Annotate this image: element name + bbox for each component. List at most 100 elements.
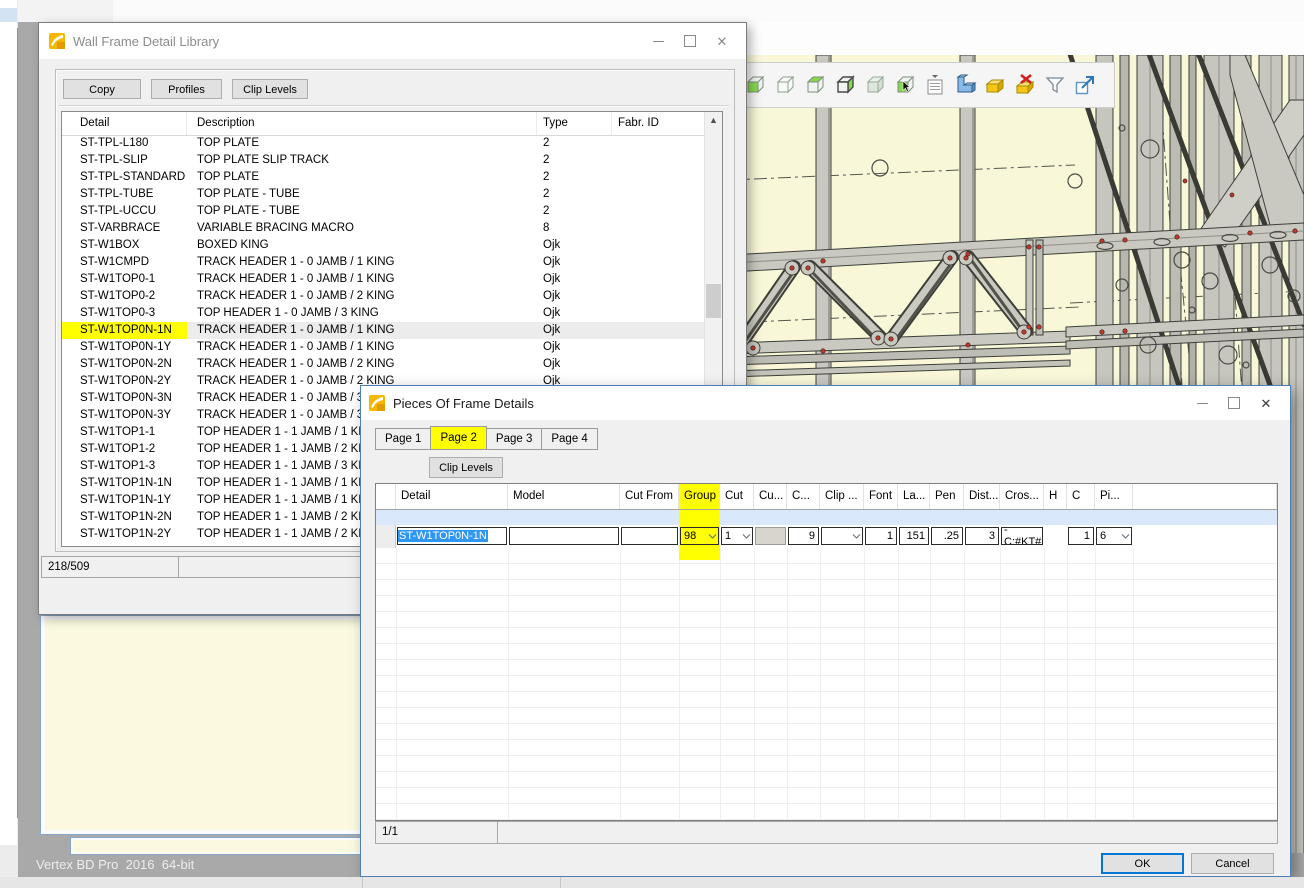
- dropdown-chevron-icon[interactable]: [740, 534, 752, 539]
- field-pi[interactable]: 6: [1096, 527, 1132, 545]
- grid-line: [1044, 548, 1045, 820]
- ok-button[interactable]: OK: [1101, 853, 1184, 874]
- grid-line: [1000, 548, 1001, 820]
- cell-description: TRACK HEADER 1 - 0 JAMB / 1 KING: [187, 339, 537, 356]
- profiles-button[interactable]: Profiles: [151, 79, 222, 99]
- library-table-row[interactable]: ST-W1TOP0N-2NTRACK HEADER 1 - 0 JAMB / 2…: [62, 356, 705, 373]
- close-button[interactable]: ✕: [1250, 386, 1282, 420]
- copy-button[interactable]: Copy: [63, 79, 141, 99]
- tab-page-3[interactable]: Page 3: [486, 428, 542, 450]
- maximize-button[interactable]: [674, 23, 706, 59]
- empty-insert-row[interactable]: [376, 509, 1277, 525]
- maximize-button[interactable]: [1218, 386, 1250, 420]
- column-header-type[interactable]: Type: [537, 112, 612, 135]
- cell-fabr_id: [612, 305, 702, 322]
- screen: Vertex BD Pro 2016 64-bit Wall Frame Det…: [0, 0, 1304, 888]
- field-cut[interactable]: 1: [721, 527, 753, 545]
- library-table-row[interactable]: ST-W1CMPDTRACK HEADER 1 - 0 JAMB / 1 KIN…: [62, 254, 705, 271]
- open-box-icon[interactable]: [980, 70, 1010, 100]
- grid-line: [898, 548, 899, 820]
- column-header-cu[interactable]: Cu...: [754, 484, 787, 509]
- column-header-cros[interactable]: Cros...: [1000, 484, 1044, 509]
- field-clip[interactable]: [821, 527, 863, 545]
- minimize-button[interactable]: [642, 23, 674, 59]
- cube-solid-icon[interactable]: [860, 70, 890, 100]
- column-header-cut-from[interactable]: Cut From: [620, 484, 679, 509]
- column-header-pen[interactable]: Pen: [930, 484, 964, 509]
- field-detail[interactable]: ST-W1TOP0N-1N: [397, 527, 507, 545]
- record-count: 1/1: [376, 822, 498, 843]
- delete-box-icon[interactable]: [1010, 70, 1040, 100]
- field-cros[interactable]: -C:#KT#: [1001, 527, 1043, 545]
- row-selector[interactable]: [376, 525, 396, 548]
- cell-detail: ST-W1TOP0N-3Y: [62, 407, 187, 424]
- cube-wireframe-icon[interactable]: [770, 70, 800, 100]
- library-table-row[interactable]: ST-VARBRACEVARIABLE BRACING MACRO8: [62, 220, 705, 237]
- list-document-icon[interactable]: [920, 70, 950, 100]
- library-table-row[interactable]: ST-TPL-SLIPTOP PLATE SLIP TRACK2: [62, 152, 705, 169]
- dropdown-chevron-icon[interactable]: [706, 534, 718, 539]
- field-model[interactable]: [509, 527, 619, 545]
- clip-levels-button[interactable]: Clip Levels: [429, 457, 503, 478]
- column-header-pi[interactable]: Pi...: [1095, 484, 1133, 509]
- grid-line: [864, 548, 865, 820]
- column-header-c[interactable]: C...: [787, 484, 820, 509]
- filter-funnel-icon[interactable]: [1040, 70, 1070, 100]
- column-header-detail[interactable]: Detail: [396, 484, 508, 509]
- library-table-row[interactable]: ST-TPL-UCCUTOP PLATE - TUBE2: [62, 203, 705, 220]
- field-cu[interactable]: [755, 527, 786, 545]
- field-font[interactable]: 1: [865, 527, 897, 545]
- library-table-row[interactable]: ST-W1TOP0N-1NTRACK HEADER 1 - 0 JAMB / 1…: [62, 322, 705, 339]
- scroll-up-icon[interactable]: ▲: [705, 112, 722, 128]
- field-c[interactable]: 9: [788, 527, 819, 545]
- tab-page-1[interactable]: Page 1: [375, 428, 431, 450]
- column-header-clip[interactable]: Clip ...: [820, 484, 864, 509]
- column-header-cut[interactable]: Cut: [720, 484, 754, 509]
- cube-back-face-icon[interactable]: [800, 70, 830, 100]
- field-la[interactable]: 151: [899, 527, 929, 545]
- tab-page-4[interactable]: Page 4: [541, 428, 597, 450]
- cell-fabr_id: [612, 322, 702, 339]
- field-group[interactable]: 98: [680, 527, 719, 545]
- pieces-data-row[interactable]: ST-W1TOP0N-1N98191151.253-C:#KT#16: [376, 525, 1277, 548]
- library-table-row[interactable]: ST-W1TOP0-1TRACK HEADER 1 - 0 JAMB / 1 K…: [62, 271, 705, 288]
- library-table-row[interactable]: ST-W1TOP0N-1YTRACK HEADER 1 - 0 JAMB / 1…: [62, 339, 705, 356]
- cell-detail: ST-W1TOP0N-2N: [62, 356, 187, 373]
- clip-levels-button[interactable]: Clip Levels: [232, 79, 308, 99]
- field-dist[interactable]: 3: [965, 527, 999, 545]
- close-button[interactable]: ✕: [706, 23, 738, 59]
- column-header-group[interactable]: Group: [679, 484, 720, 509]
- tab-page-2[interactable]: Page 2: [430, 426, 486, 450]
- field-cut_from[interactable]: [621, 527, 678, 545]
- library-table-row[interactable]: ST-W1BOXBOXED KINGOjk: [62, 237, 705, 254]
- column-header-fabr-id[interactable]: Fabr. ID: [612, 112, 702, 135]
- dropdown-chevron-icon[interactable]: [1119, 534, 1131, 539]
- library-table-row[interactable]: ST-TPL-TUBETOP PLATE - TUBE2: [62, 186, 705, 203]
- column-header-model[interactable]: Model: [508, 484, 620, 509]
- column-header-la[interactable]: La...: [898, 484, 930, 509]
- column-header-c[interactable]: C: [1067, 484, 1095, 509]
- grid-line: [396, 548, 397, 820]
- cell-type: Ojk: [537, 271, 612, 288]
- column-header-description[interactable]: Description: [187, 112, 537, 135]
- column-header-h[interactable]: H: [1044, 484, 1067, 509]
- column-header-select[interactable]: [376, 484, 396, 509]
- field-pen[interactable]: .25: [931, 527, 963, 545]
- column-header-detail[interactable]: Detail: [62, 112, 187, 135]
- cube-front-face-icon[interactable]: [830, 70, 860, 100]
- dropdown-chevron-icon[interactable]: [850, 534, 862, 539]
- library-table-row[interactable]: ST-W1TOP0-2TRACK HEADER 1 - 0 JAMB / 2 K…: [62, 288, 705, 305]
- library-table-row[interactable]: ST-TPL-L180TOP PLATE2: [62, 135, 705, 152]
- cancel-button[interactable]: Cancel: [1191, 853, 1274, 874]
- column-header-dist[interactable]: Dist...: [964, 484, 1000, 509]
- cell-type: 2: [537, 186, 612, 203]
- profile-solid-icon[interactable]: [950, 70, 980, 100]
- column-header-font[interactable]: Font: [864, 484, 898, 509]
- field-c2[interactable]: 1: [1068, 527, 1094, 545]
- cube-select-cursor-icon[interactable]: [890, 70, 920, 100]
- minimize-button[interactable]: [1186, 386, 1218, 420]
- scrollbar-thumb[interactable]: [706, 284, 721, 318]
- library-table-row[interactable]: ST-W1TOP0-3TOP HEADER 1 - 0 JAMB / 3 KIN…: [62, 305, 705, 322]
- library-table-row[interactable]: ST-TPL-STANDARDTOP PLATE2: [62, 169, 705, 186]
- export-view-icon[interactable]: [1070, 70, 1100, 100]
